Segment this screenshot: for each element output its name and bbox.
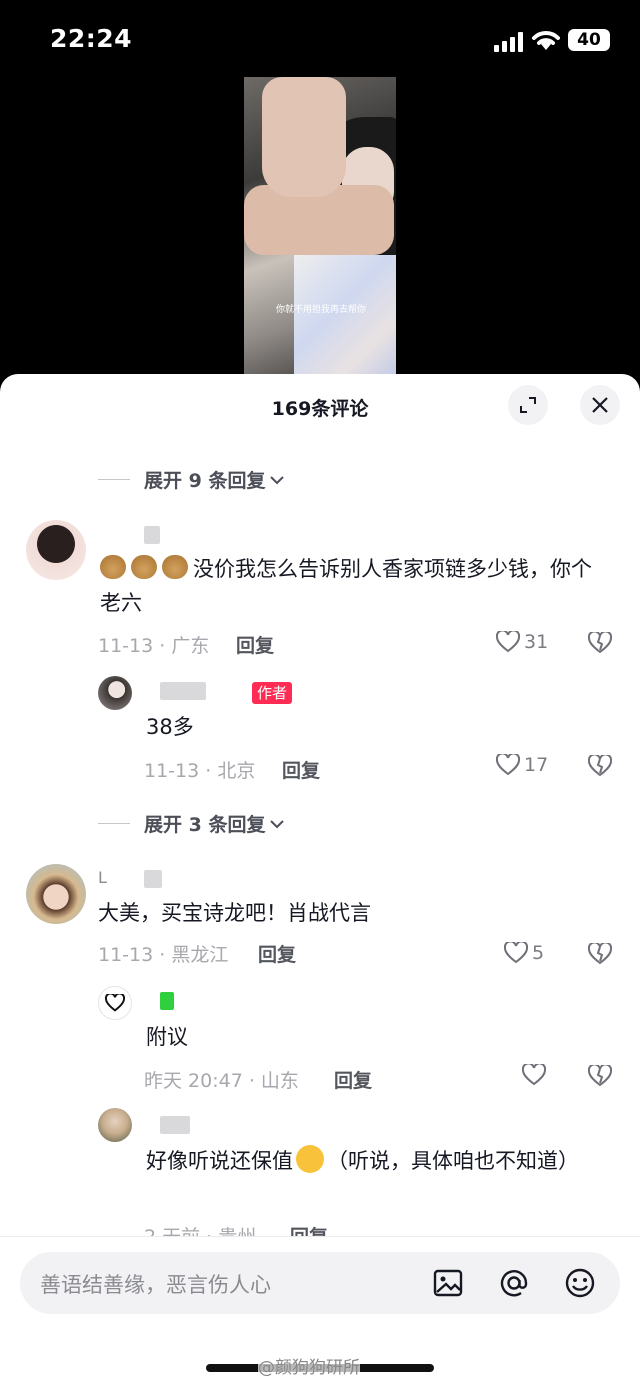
comment-text: 附议 — [146, 1025, 188, 1049]
video-subtitle: 你就不用担我再去帮你 — [276, 305, 367, 315]
expand-replies-label: 展开 3 条回复 — [144, 814, 266, 836]
avatar[interactable] — [26, 864, 86, 924]
close-button[interactable] — [580, 385, 620, 425]
comments-sheet: 169条评论 展开 9 条回复 没价我怎么告诉别人香家项链多少钱，你个老六 11… — [0, 374, 640, 1385]
heart-logo-icon — [105, 994, 125, 1012]
like-button[interactable]: 31 — [496, 631, 548, 653]
thinking-emoji-icon — [296, 1145, 324, 1173]
bear-emoji-icon — [100, 555, 126, 579]
like-count: 17 — [524, 754, 549, 776]
comment-body: 好像听说还保值 — [146, 1149, 293, 1173]
reply-button[interactable]: 回复 — [282, 756, 320, 783]
emoji-icon[interactable] — [562, 1265, 598, 1301]
username-blurred[interactable] — [160, 1116, 190, 1134]
watermark: @颜狗狗研所 — [258, 1353, 360, 1378]
image-icon[interactable] — [430, 1265, 466, 1301]
reply-button[interactable]: 回复 — [258, 940, 296, 967]
comment-text: 没价我怎么告诉别人香家项链多少钱，你个老六 — [100, 552, 600, 620]
comment-meta: 11-13 · 北京 — [144, 760, 256, 782]
comment-text: 38多 — [146, 715, 194, 739]
signal-icon — [494, 32, 523, 52]
input-placeholder: 善语结善缘，恶言伤人心 — [40, 1273, 271, 1297]
like-button[interactable]: 17 — [496, 754, 548, 776]
username-blurred[interactable] — [160, 682, 206, 700]
comment-body-continued: （听说，具体咱也不知道） — [327, 1149, 579, 1173]
heart-icon — [504, 942, 528, 964]
broken-heart-icon[interactable] — [588, 943, 612, 965]
video-player[interactable]: 你就不用担我再去帮你 — [244, 77, 396, 377]
avatar[interactable] — [98, 676, 132, 710]
username-blurred[interactable] — [144, 526, 160, 544]
avatar[interactable] — [98, 1108, 132, 1142]
heart-icon — [496, 754, 520, 776]
clock: 22:24 — [50, 24, 133, 53]
like-count: 31 — [524, 631, 549, 653]
bear-emoji-icon — [131, 555, 157, 579]
username-initial[interactable]: L — [98, 868, 107, 887]
chevron-down-icon — [270, 819, 285, 828]
heart-icon — [496, 631, 520, 653]
comment-input-bar: 善语结善缘，恶言伤人心 @颜狗狗研所 — [0, 1236, 640, 1385]
username-blurred[interactable] — [160, 992, 174, 1010]
comment-meta: 昨天 20:47 · 山东 — [144, 1070, 299, 1092]
broken-heart-icon[interactable] — [588, 1065, 612, 1087]
comment-text: 好像听说还保值 （听说，具体咱也不知道） — [146, 1144, 616, 1178]
reply-button[interactable]: 回复 — [236, 631, 274, 658]
reply-button[interactable]: 回复 — [334, 1066, 372, 1093]
expand-replies-label: 展开 9 条回复 — [144, 470, 266, 492]
comment-meta: 11-13 · 黑龙江 — [98, 944, 229, 966]
username-blurred[interactable] — [144, 870, 162, 888]
at-icon[interactable] — [496, 1265, 532, 1301]
expand-button[interactable] — [508, 385, 548, 425]
author-badge: 作者 — [252, 682, 293, 704]
expand-replies-top[interactable]: 展开 9 条回复 — [98, 466, 285, 493]
battery-indicator: 40 — [568, 29, 610, 51]
divider-line — [98, 823, 130, 824]
status-bar: 22:24 40 — [0, 0, 640, 80]
avatar[interactable] — [26, 520, 86, 580]
expand-replies-mid[interactable]: 展开 3 条回复 — [98, 810, 285, 837]
like-button[interactable]: 5 — [504, 942, 544, 964]
avatar[interactable] — [98, 986, 132, 1020]
heart-icon[interactable] — [522, 1064, 546, 1086]
divider-line — [98, 479, 130, 480]
chevron-down-icon — [270, 475, 285, 484]
video-frame-shirt — [294, 255, 396, 377]
video-frame-hand — [262, 77, 346, 197]
like-count: 5 — [532, 942, 545, 964]
close-icon — [592, 397, 608, 413]
bear-emoji-icon — [162, 555, 188, 579]
comment-input[interactable]: 善语结善缘，恶言伤人心 — [20, 1252, 620, 1314]
comment-meta: 11-13 · 广东 — [98, 635, 210, 657]
expand-icon — [520, 397, 536, 413]
wifi-icon — [532, 31, 560, 50]
broken-heart-icon[interactable] — [588, 632, 612, 654]
comment-text: 大美，买宝诗龙吧！肖战代言 — [98, 901, 371, 925]
broken-heart-icon[interactable] — [588, 755, 612, 777]
